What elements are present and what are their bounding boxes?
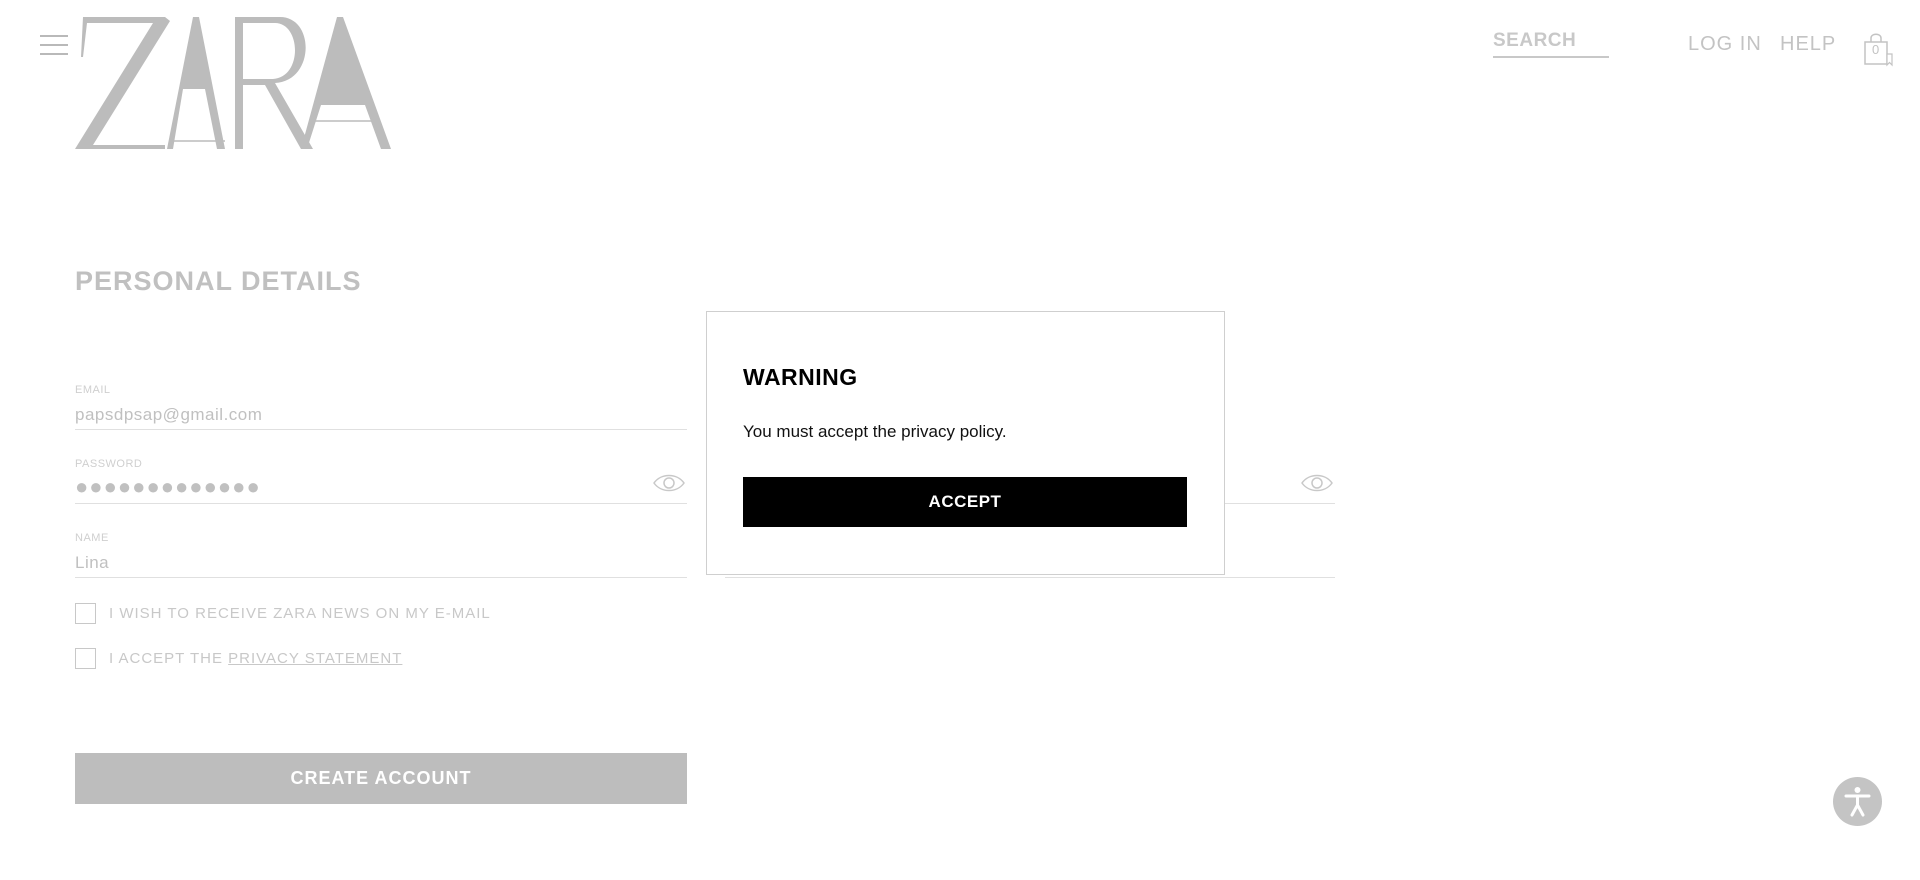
search-field[interactable] xyxy=(1493,30,1609,58)
accessibility-icon xyxy=(1844,787,1871,817)
accept-button[interactable]: ACCEPT xyxy=(743,477,1187,527)
privacy-prefix: I ACCEPT THE xyxy=(109,649,223,667)
privacy-statement-link[interactable]: PRIVACY STATEMENT xyxy=(228,650,402,667)
password-label: PASSWORD xyxy=(75,458,143,470)
email-field[interactable]: EMAIL papsdpsap@gmail.com xyxy=(75,384,687,430)
search-input[interactable] xyxy=(1493,30,1609,52)
password-value[interactable]: ●●●●●●●●●●●●● xyxy=(75,474,261,500)
name-field[interactable]: NAME Lina xyxy=(75,532,687,578)
email-value[interactable]: papsdpsap@gmail.com xyxy=(75,405,262,425)
login-link[interactable]: LOG IN xyxy=(1688,33,1762,56)
privacy-checkbox-label: I ACCEPT THE PRIVACY STATEMENT xyxy=(109,650,402,667)
accessibility-button[interactable] xyxy=(1833,777,1882,826)
dialog-message: You must accept the privacy policy. xyxy=(743,422,1007,441)
email-label: EMAIL xyxy=(75,384,111,396)
warning-dialog: WARNING You must accept the privacy poli… xyxy=(706,311,1225,575)
show-password-icon[interactable] xyxy=(1301,472,1333,494)
password-field[interactable]: PASSWORD ●●●●●●●●●●●●● xyxy=(75,458,687,504)
create-account-button[interactable]: CREATE ACCOUNT xyxy=(75,753,687,804)
shopping-bag-icon[interactable]: 0 xyxy=(1863,32,1893,68)
section-title: PERSONAL DETAILS xyxy=(75,266,362,296)
show-password-icon[interactable] xyxy=(653,472,685,494)
hamburger-menu-icon[interactable] xyxy=(40,33,68,57)
news-checkbox-label: I WISH TO RECEIVE ZARA NEWS ON MY E-MAIL xyxy=(109,604,491,622)
news-checkbox[interactable] xyxy=(75,602,96,624)
privacy-checkbox[interactable] xyxy=(75,647,96,669)
help-link[interactable]: HELP xyxy=(1780,33,1836,56)
news-checkbox-row[interactable]: I WISH TO RECEIVE ZARA NEWS ON MY E-MAIL xyxy=(75,602,491,624)
confirm-password-field[interactable] xyxy=(1225,458,1335,504)
name-value[interactable]: Lina xyxy=(75,553,109,573)
privacy-checkbox-row[interactable]: I ACCEPT THE PRIVACY STATEMENT xyxy=(75,647,402,669)
name-label: NAME xyxy=(75,532,109,544)
bag-count-badge: 0 xyxy=(1872,42,1880,57)
zara-logo[interactable] xyxy=(75,17,395,153)
dialog-title: WARNING xyxy=(743,364,858,390)
